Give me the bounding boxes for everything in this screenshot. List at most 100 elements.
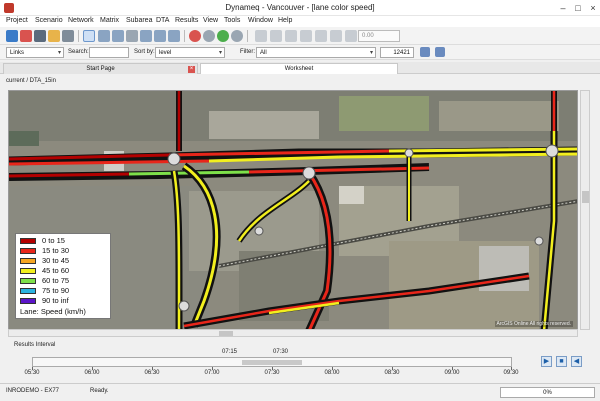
settings-icon[interactable] [62, 30, 74, 42]
list-view-icon[interactable] [435, 47, 445, 57]
add-icon[interactable] [217, 30, 229, 42]
results-interval-label: Results Interval [14, 342, 56, 348]
chevron-down-icon: ▾ [218, 50, 222, 56]
rotate-icon[interactable] [345, 30, 357, 42]
range-end-label: 07:30 [273, 349, 289, 355]
edit-tool-icon[interactable] [315, 30, 327, 42]
menu-help[interactable]: Help [278, 17, 292, 24]
pan-hand-icon[interactable] [126, 30, 138, 42]
timeline-tick-label: 07:00 [204, 370, 220, 376]
table-view-icon[interactable] [420, 47, 430, 57]
legend-label: 60 to 75 [42, 276, 70, 285]
filter-label: Filter: [240, 49, 255, 55]
shape-tool-icon[interactable] [330, 30, 342, 42]
search-input[interactable] [89, 47, 129, 58]
node-tool-icon[interactable] [255, 30, 267, 42]
layer-select-value: Links [10, 50, 25, 56]
chevron-down-icon: ▾ [369, 50, 373, 56]
legend-swatch [20, 278, 36, 284]
maximize-icon[interactable]: □ [571, 2, 585, 14]
split-tool-icon[interactable] [285, 30, 297, 42]
menu-tools[interactable]: Tools [224, 17, 240, 24]
export-icon[interactable] [48, 30, 60, 42]
map-horizontal-scrollbar[interactable] [8, 329, 578, 337]
main-toolbar: 0.00 [0, 27, 600, 45]
minimize-icon[interactable]: – [556, 2, 570, 14]
legend-item: 15 to 30 [20, 246, 106, 256]
network-map[interactable]: 0 to 15 15 to 30 30 to 45 45 to 60 60 to… [8, 90, 578, 330]
status-bar: INRODEMO - EX77 Ready. 0% [0, 383, 600, 401]
window-title: Dynameq - Vancouver - [lane color speed] [225, 3, 375, 12]
close-icon[interactable]: × [586, 2, 600, 14]
remove-icon[interactable] [231, 30, 243, 42]
legend-swatch [20, 288, 36, 294]
legend-swatch [20, 258, 36, 264]
menu-dta[interactable]: DTA [156, 17, 169, 24]
layer-select[interactable]: Links ▾ [6, 47, 64, 58]
scroll-thumb[interactable] [582, 191, 589, 203]
zoom-level-input[interactable]: 0.00 [358, 30, 400, 42]
stop-icon[interactable] [20, 30, 32, 42]
stop-icon[interactable]: ■ [556, 356, 567, 367]
title-bar: Dynameq - Vancouver - [lane color speed]… [0, 0, 600, 16]
tab-start-page[interactable]: Start Page × [3, 63, 198, 74]
legend-label: 30 to 45 [42, 256, 70, 265]
menu-project[interactable]: Project [6, 17, 28, 24]
scroll-thumb[interactable] [219, 331, 233, 336]
timeline-tick-label: 08:30 [384, 370, 400, 376]
legend-label: 15 to 30 [42, 246, 70, 255]
link-tool-icon[interactable] [270, 30, 282, 42]
legend-swatch [20, 248, 36, 254]
tab-worksheet[interactable]: Worksheet [200, 63, 398, 74]
menu-network[interactable]: Network [68, 17, 94, 24]
legend-swatch [20, 298, 36, 304]
play-icon[interactable]: ▶ [541, 356, 552, 367]
filter-select-value: All [260, 50, 267, 56]
map-vertical-scrollbar[interactable] [580, 90, 590, 330]
tab-bar: Start Page × Worksheet [0, 62, 600, 74]
legend-title: Lane: Speed (km/h) [20, 307, 86, 316]
zoom-out-icon[interactable] [112, 30, 124, 42]
menu-view[interactable]: View [203, 17, 218, 24]
results-timeline[interactable] [32, 357, 512, 367]
timeline-tick-label: 09:00 [444, 370, 460, 376]
status-message: Ready. [90, 388, 109, 394]
record-count: 12421 [380, 47, 414, 58]
chevron-down-icon: ▾ [57, 50, 61, 56]
legend-item: 75 to 90 [20, 286, 106, 296]
legend-swatch [20, 238, 36, 244]
refresh-icon[interactable] [168, 30, 180, 42]
rewind-icon[interactable]: ◀ [571, 356, 582, 367]
selected-interval[interactable] [242, 360, 302, 365]
select-pointer-icon[interactable] [83, 30, 95, 42]
menu-scenario[interactable]: Scenario [35, 17, 63, 24]
close-icon[interactable]: × [188, 66, 195, 73]
target-icon[interactable] [203, 30, 215, 42]
record-icon[interactable] [189, 30, 201, 42]
menu-subarea[interactable]: Subarea [126, 17, 152, 24]
timeline-tick-label: 06:30 [144, 370, 160, 376]
legend-label: 0 to 15 [42, 236, 65, 245]
save-icon[interactable] [6, 30, 18, 42]
sort-select[interactable]: level ▾ [155, 47, 225, 58]
legend-label: 45 to 60 [42, 266, 70, 275]
timeline-tick-label: 08:00 [324, 370, 340, 376]
menu-bar: Project Scenario Network Matrix Subarea … [0, 16, 600, 27]
zoom-in-icon[interactable] [98, 30, 110, 42]
zoom-box-icon[interactable] [154, 30, 166, 42]
timeline-tick-label: 06:00 [84, 370, 100, 376]
sort-label: Sort by: [134, 49, 155, 55]
search-label: Search: [68, 49, 89, 55]
sort-select-value: level [159, 50, 172, 56]
menu-matrix[interactable]: Matrix [100, 17, 119, 24]
print-icon[interactable] [34, 30, 46, 42]
menu-results[interactable]: Results [175, 17, 198, 24]
filter-select[interactable]: All ▾ [256, 47, 376, 58]
timeline-tick-label: 09:30 [503, 370, 519, 376]
breadcrumb: current / DTA_15in [6, 78, 56, 84]
merge-tool-icon[interactable] [300, 30, 312, 42]
zoom-extent-icon[interactable] [140, 30, 152, 42]
menu-window[interactable]: Window [248, 17, 273, 24]
timeline-tick-label: 05:30 [24, 370, 40, 376]
legend-swatch [20, 268, 36, 274]
